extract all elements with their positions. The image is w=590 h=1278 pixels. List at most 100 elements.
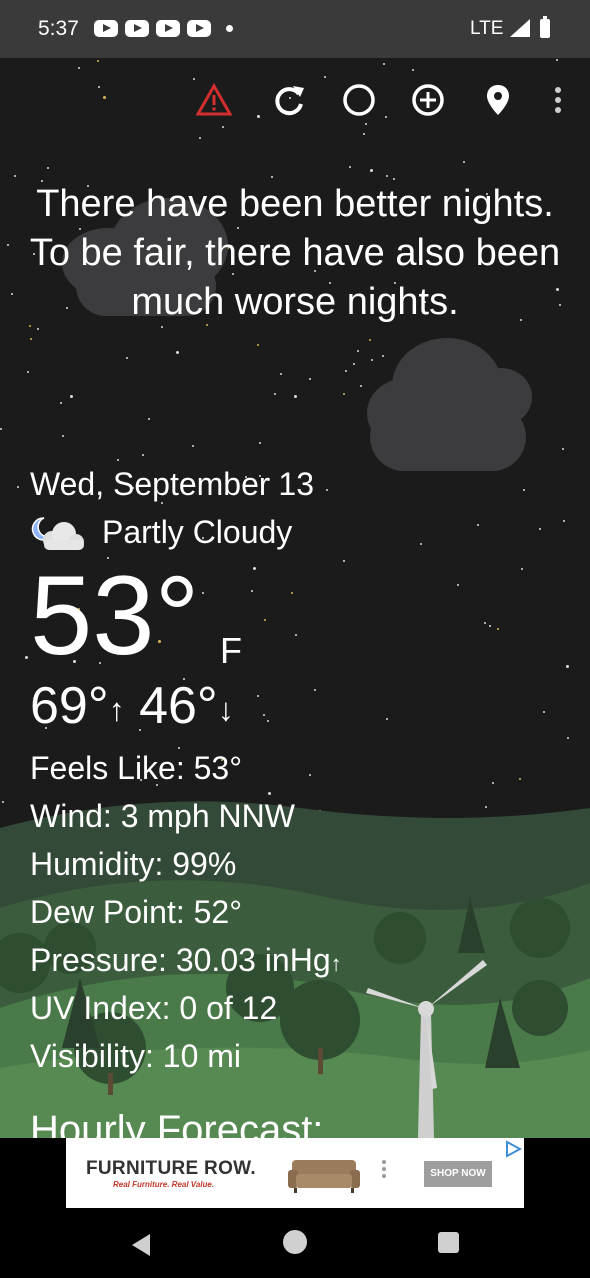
warning-icon[interactable] xyxy=(196,82,232,118)
feels-like: Feels Like: 53° xyxy=(30,750,243,786)
star-decoration xyxy=(382,355,384,357)
ad-banner[interactable]: FURNITURE ROW. Real Furniture. Real Valu… xyxy=(66,1138,524,1208)
high-temperature: 69° xyxy=(30,677,109,735)
star-decoration xyxy=(60,402,62,404)
star-decoration xyxy=(11,293,13,295)
star-decoration xyxy=(343,560,345,562)
star-decoration xyxy=(117,459,119,461)
signal-icon xyxy=(510,19,530,37)
star-decoration xyxy=(309,774,311,776)
youtube-notification-icon xyxy=(94,20,118,37)
star-decoration xyxy=(477,524,479,526)
ad-tagline: Real Furniture. Real Value. xyxy=(113,1180,215,1189)
current-condition: Partly Cloudy xyxy=(102,514,293,550)
star-decoration xyxy=(199,137,201,139)
ad-brand: FURNITURE ROW. xyxy=(86,1158,256,1179)
star-decoration xyxy=(309,378,311,380)
partly-cloudy-night-icon xyxy=(31,517,84,550)
star-decoration xyxy=(386,175,388,177)
star-decoration xyxy=(126,357,128,359)
more-options-icon[interactable] xyxy=(545,82,571,118)
star-decoration xyxy=(567,737,569,739)
star-decoration xyxy=(563,520,565,522)
star-decoration xyxy=(142,454,144,456)
star-decoration xyxy=(345,370,347,372)
arrow-up-icon: ↑ xyxy=(330,951,342,976)
star-decoration xyxy=(192,445,194,447)
location-pin-icon[interactable] xyxy=(480,82,516,118)
arrow-down-icon: ↓ xyxy=(217,691,234,728)
star-decoration xyxy=(62,435,64,437)
ad-shop-now-button[interactable]: SHOP NOW xyxy=(424,1161,492,1187)
youtube-notification-icon xyxy=(156,20,180,37)
star-decoration xyxy=(280,373,282,375)
star-decoration xyxy=(383,63,385,65)
star-decoration xyxy=(562,448,564,450)
star-decoration xyxy=(17,486,19,488)
star-decoration xyxy=(539,528,541,530)
star-decoration xyxy=(357,350,359,352)
battery-icon xyxy=(540,16,550,38)
moon-phase-icon[interactable] xyxy=(341,82,377,118)
star-decoration xyxy=(27,371,29,373)
star-decoration xyxy=(176,351,179,354)
star-decoration xyxy=(271,176,273,178)
add-location-icon[interactable] xyxy=(410,82,446,118)
star-decoration xyxy=(264,619,266,621)
star-decoration xyxy=(353,363,355,365)
current-date: Wed, September 13 xyxy=(30,466,315,502)
star-decoration xyxy=(103,96,106,99)
network-type: LTE xyxy=(470,18,504,39)
star-decoration xyxy=(497,628,499,630)
low-temperature: 46° xyxy=(139,677,218,735)
star-decoration xyxy=(343,393,345,395)
star-decoration xyxy=(30,338,32,340)
star-decoration xyxy=(267,720,269,722)
ad-options-icon[interactable] xyxy=(382,1160,386,1181)
star-decoration xyxy=(263,714,265,716)
home-icon[interactable] xyxy=(283,1230,307,1254)
star-decoration xyxy=(463,161,465,163)
star-decoration xyxy=(420,543,422,545)
star-decoration xyxy=(259,442,261,444)
uv-index: UV Index: 0 of 12 xyxy=(30,990,278,1026)
star-decoration xyxy=(257,344,259,346)
star-decoration xyxy=(371,359,373,361)
star-decoration xyxy=(519,778,521,780)
star-decoration xyxy=(457,584,459,586)
star-decoration xyxy=(360,385,362,387)
visibility: Visibility: 10 mi xyxy=(30,1038,242,1074)
star-decoration xyxy=(566,665,569,668)
back-icon[interactable] xyxy=(130,1233,152,1257)
star-decoration xyxy=(97,60,99,62)
star-decoration xyxy=(369,339,371,341)
star-decoration xyxy=(202,592,204,594)
star-decoration xyxy=(193,78,195,80)
high-low-temperatures: 69°↑ 46°↓ xyxy=(30,676,234,739)
pressure-row: Pressure: 30.03 inHg↑ xyxy=(30,940,342,984)
status-bar: 5:37 LTE xyxy=(0,0,590,58)
star-decoration xyxy=(37,328,39,330)
star-decoration xyxy=(489,625,491,627)
star-decoration xyxy=(14,175,16,177)
humidity: Humidity: 99% xyxy=(30,846,237,882)
star-decoration xyxy=(257,115,260,118)
star-decoration xyxy=(98,86,100,88)
star-decoration xyxy=(251,590,253,592)
status-time: 5:37 xyxy=(38,17,79,40)
star-decoration xyxy=(523,489,525,491)
star-decoration xyxy=(7,244,9,246)
star-decoration xyxy=(386,718,388,720)
weather-quote: There have been better nights. To be fai… xyxy=(29,183,561,323)
hourly-forecast-heading: Hourly Forecast: xyxy=(30,1108,324,1138)
star-decoration xyxy=(253,567,256,570)
star-decoration xyxy=(257,695,259,697)
star-decoration xyxy=(78,67,80,69)
adchoices-icon[interactable] xyxy=(504,1140,522,1158)
star-decoration xyxy=(314,689,316,691)
recent-apps-icon[interactable] xyxy=(438,1232,459,1253)
refresh-icon[interactable] xyxy=(271,82,307,118)
youtube-notification-icon xyxy=(125,20,149,37)
star-decoration xyxy=(148,418,150,420)
star-decoration xyxy=(294,395,297,398)
